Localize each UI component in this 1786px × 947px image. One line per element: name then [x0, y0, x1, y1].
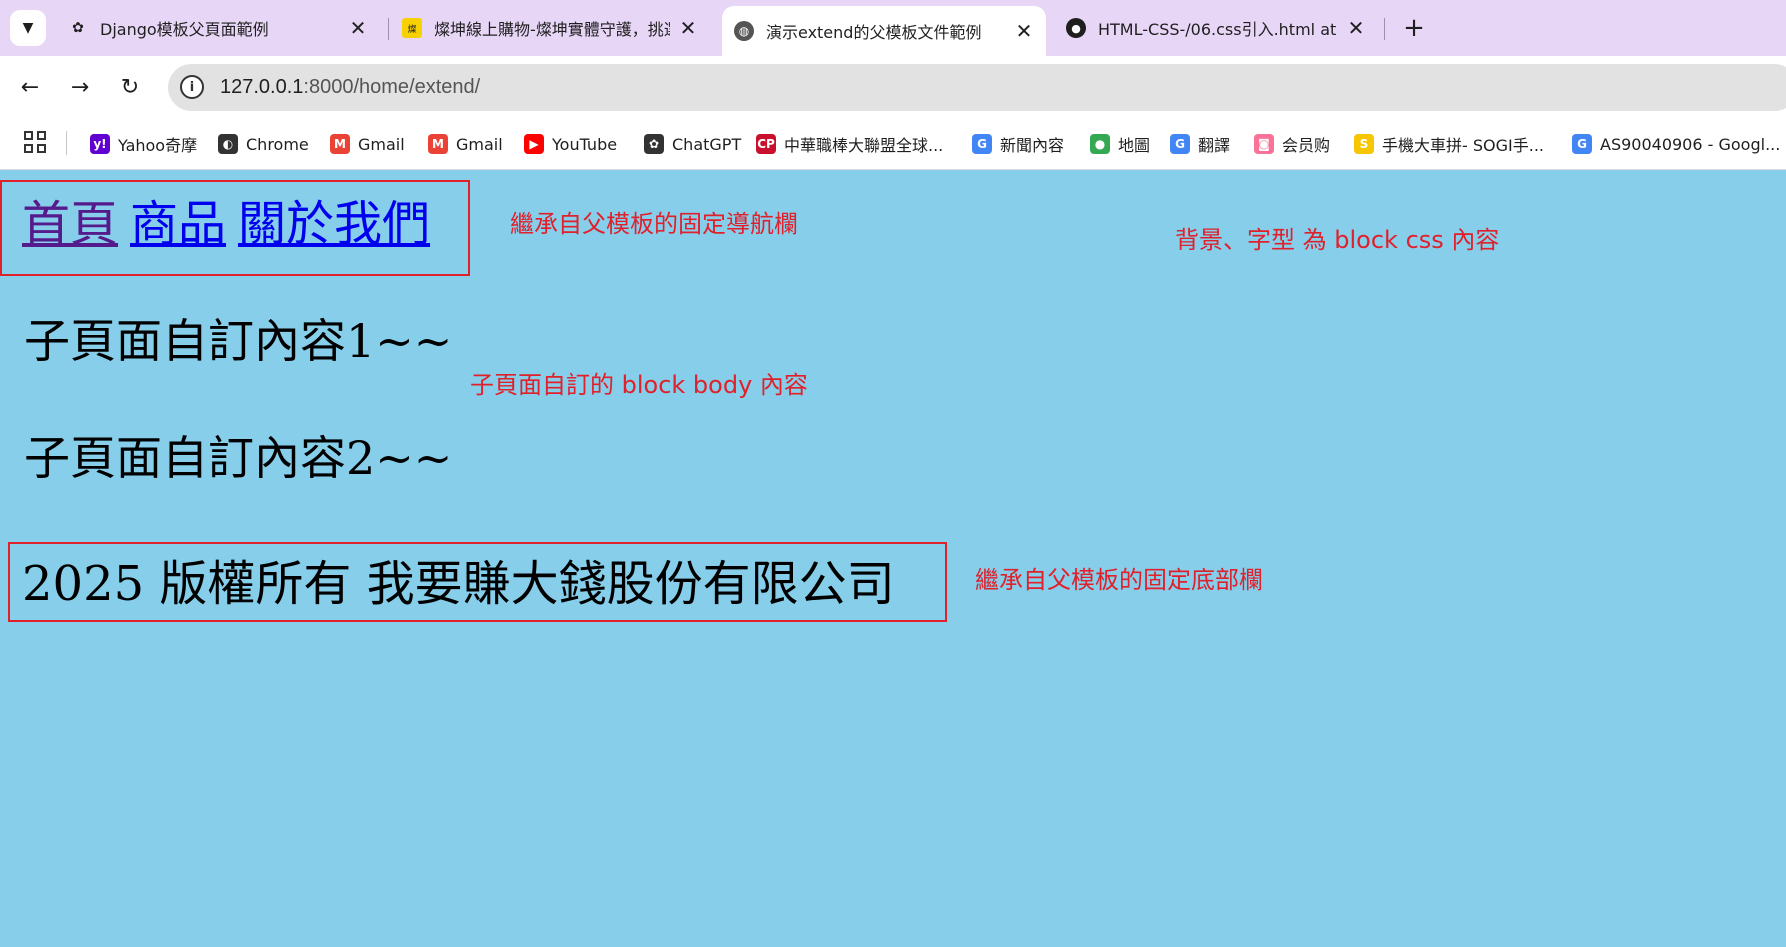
new-tab-button[interactable]: + [1396, 10, 1432, 46]
bookmark-2[interactable]: ◐ Chrome [218, 119, 309, 169]
tab-extend-demo[interactable]: ◍ 演示extend的父模板文件範例 ✕ [722, 6, 1046, 56]
globe-icon: ◍ [734, 21, 754, 41]
close-icon[interactable]: ✕ [348, 16, 368, 40]
annotation-nav: 繼承自父模板的固定導航欄 [510, 210, 798, 238]
page-viewport: 首頁 商品 關於我們 繼承自父模板的固定導航欄 背景、字型 為 block css … [0, 170, 1786, 947]
child-content-2: 子頁面自訂內容2~~ [24, 431, 453, 485]
tab-title: Django模板父頁面範例 [100, 20, 269, 39]
google-icon: G [1572, 134, 1592, 154]
translate-icon: G [1170, 134, 1190, 154]
tab-django-parent[interactable]: ✿ Django模板父頁面範例 ✕ [56, 8, 380, 48]
url-path: :8000/home/extend/ [303, 76, 481, 98]
shopping-bag-icon: ◙ [1254, 134, 1274, 154]
gmail-icon: M [330, 134, 350, 154]
bookmark-11[interactable]: ◙ 会员购 [1254, 119, 1330, 169]
chrome-icon: ◐ [218, 134, 238, 154]
bookmark-label: ChatGPT [672, 134, 742, 154]
bookmark-label: 新聞內容 [1000, 136, 1065, 155]
bookmark-5[interactable]: ▶ YouTube [524, 119, 617, 169]
forward-button[interactable]: → [64, 71, 96, 103]
bookmark-label: Gmail [456, 134, 503, 154]
tab-search-button[interactable]: ▼ [10, 10, 46, 46]
tab-divider [388, 18, 389, 40]
bookmark-13[interactable]: G AS90040906 - Googl... [1572, 119, 1780, 169]
bookmark-10[interactable]: G 翻譯 [1170, 119, 1230, 169]
nav-link-home[interactable]: 首頁 [22, 196, 118, 252]
annotation-body: 子頁面自訂的 block body 內容 [470, 371, 808, 399]
cpbl-icon: CP [756, 134, 776, 154]
nav-link-products[interactable]: 商品 [130, 196, 226, 252]
github-icon: ● [1066, 18, 1086, 38]
bookmark-label: 手機大車拼- SOGI手... [1382, 136, 1544, 155]
sogi-icon: S [1354, 134, 1374, 154]
yahoo-icon: y! [90, 134, 110, 154]
arrow-left-icon: ← [20, 74, 40, 100]
tab-divider [1384, 18, 1385, 40]
chatgpt-icon: ✿ [72, 20, 84, 36]
bookmarks-bar: y! Yahoo奇摩 ◐ Chrome M Gmail M Gmail ▶ YouTube ✿ Cha… [0, 119, 1786, 170]
child-content-1: 子頁面自訂內容1~~ [24, 314, 453, 368]
bookmark-label: AS90040906 - Googl... [1600, 134, 1781, 154]
bookmark-label: YouTube [552, 134, 618, 154]
bookmark-7[interactable]: CP 中華職棒大聯盟全球... [756, 119, 943, 169]
bookmark-label: Gmail [358, 134, 405, 154]
bookmark-label: 中華職棒大聯盟全球... [784, 136, 944, 155]
bookmark-12[interactable]: S 手機大車拼- SOGI手... [1354, 119, 1544, 169]
tab-title: 演示extend的父模板文件範例 [766, 23, 982, 42]
youtube-icon: ▶ [524, 134, 544, 154]
annotation-footer: 繼承自父模板的固定底部欄 [975, 566, 1263, 594]
close-icon[interactable]: ✕ [678, 16, 698, 40]
site-nav: 首頁 商品 關於我們 [22, 200, 442, 248]
bookmark-label: 会员购 [1282, 136, 1331, 155]
bookmark-label: Yahoo奇摩 [118, 136, 198, 155]
nav-link-about[interactable]: 關於我們 [238, 196, 430, 252]
url-text[interactable]: 127.0.0.1:8000/home/extend/ [220, 76, 480, 99]
bookmark-label: 翻譯 [1198, 136, 1231, 155]
bookmark-6[interactable]: ✿ ChatGPT [644, 119, 741, 169]
bookmark-label: 地圖 [1118, 136, 1151, 155]
bookmarks-divider [66, 131, 67, 155]
tab-strip: ▼ ✿ Django模板父頁面範例 ✕ 燦 燦坤線上購物-燦坤實體守護，挑選 ✕… [0, 0, 1786, 56]
site-info-icon[interactable]: i [180, 75, 204, 99]
reload-button[interactable]: ↻ [114, 71, 146, 103]
site-footer: 2025 版權所有 我要賺大錢股份有限公司 [22, 556, 895, 612]
gmail-icon: M [428, 134, 448, 154]
close-icon[interactable]: ✕ [1014, 19, 1034, 43]
bookmark-3[interactable]: M Gmail [330, 119, 405, 169]
tkec-icon: 燦 [402, 18, 422, 38]
reload-icon: ↻ [120, 74, 140, 100]
bookmark-label: Chrome [246, 134, 309, 154]
bookmark-8[interactable]: G 新聞內容 [972, 119, 1064, 169]
tab-github[interactable]: ● HTML-CSS-/06.css引入.html at m ✕ [1054, 8, 1378, 48]
annotation-css: 背景、字型 為 block css 內容 [1175, 226, 1500, 254]
bookmark-9[interactable]: ● 地圖 [1090, 119, 1150, 169]
plus-icon: + [1403, 13, 1425, 43]
url-host: 127.0.0.1 [220, 76, 304, 98]
tab-title: 燦坤線上購物-燦坤實體守護，挑選 [434, 20, 670, 39]
maps-pin-icon: ● [1090, 134, 1110, 154]
chatgpt-icon: ✿ [644, 134, 664, 154]
address-bar[interactable]: i 127.0.0.1:8000/home/extend/ [168, 64, 1786, 111]
bookmark-4[interactable]: M Gmail [428, 119, 503, 169]
tab-tkec[interactable]: 燦 燦坤線上購物-燦坤實體守護，挑選 ✕ [390, 8, 710, 48]
bookmark-1[interactable]: y! Yahoo奇摩 [90, 119, 197, 169]
chevron-down-icon: ▼ [22, 20, 34, 36]
arrow-right-icon: → [70, 74, 90, 100]
back-button[interactable]: ← [14, 71, 46, 103]
close-icon[interactable]: ✕ [1346, 16, 1366, 40]
apps-grid-icon[interactable] [24, 131, 46, 153]
tab-title: HTML-CSS-/06.css引入.html at m [1098, 20, 1338, 39]
google-news-icon: G [972, 134, 992, 154]
browser-toolbar: ← → ↻ i 127.0.0.1:8000/home/extend/ [0, 56, 1786, 119]
